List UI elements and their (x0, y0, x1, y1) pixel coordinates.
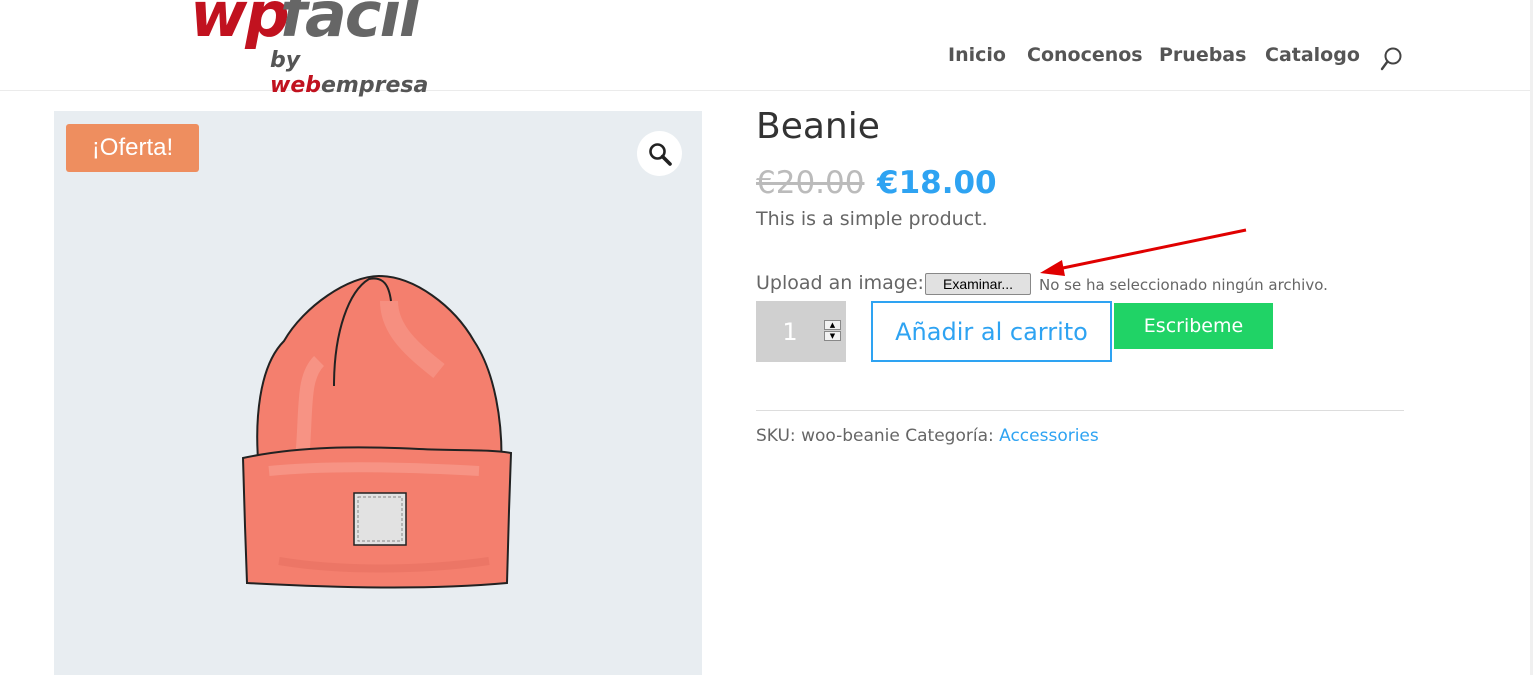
quantity-input[interactable]: 1 (756, 301, 824, 362)
logo-facil: fácil (280, 0, 420, 51)
short-description: This is a simple product. (756, 208, 988, 230)
nav-item-pruebas[interactable]: Pruebas (1159, 44, 1246, 66)
beanie-image[interactable] (239, 271, 519, 601)
sale-badge: ¡Oferta! (66, 124, 199, 172)
divider (756, 410, 1404, 411)
whatsapp-contact-button[interactable]: Escribeme (1114, 303, 1273, 349)
logo-subtitle: by webempresa (270, 48, 450, 98)
sku-value: woo-beanie (801, 426, 900, 446)
category-label: Categoría: (905, 426, 994, 446)
upload-label: Upload an image: (756, 272, 924, 294)
product-gallery: ¡Oferta! (54, 111, 702, 675)
annotation-arrow-icon (1040, 228, 1247, 276)
logo-empresa: empresa (321, 73, 429, 98)
regular-price: €20.00 (756, 165, 865, 201)
stepper-controls: ▲ ▼ (824, 320, 841, 342)
quantity-stepper[interactable]: 1 ▲ ▼ (756, 301, 846, 362)
logo-by: by (270, 48, 301, 73)
logo-wp: wp (190, 0, 290, 51)
site-header: wp fácil by webempresa Inicio Conocenos … (0, 0, 1533, 98)
search-icon[interactable] (1380, 46, 1404, 72)
logo-web: web (270, 73, 321, 98)
category-link[interactable]: Accessories (999, 426, 1099, 446)
nav-item-catalogo[interactable]: Catalogo (1265, 44, 1360, 66)
product-title: Beanie (756, 106, 880, 147)
file-browse-button[interactable]: Examinar... (925, 273, 1031, 295)
nav-item-inicio[interactable]: Inicio (948, 44, 1006, 66)
add-to-cart-button[interactable]: Añadir al carrito (871, 301, 1112, 362)
product-meta: SKU: woo-beanie Categoría: Accessories (756, 426, 1099, 446)
zoom-button[interactable] (637, 131, 682, 176)
magnifier-icon (648, 142, 672, 166)
sale-price: €18.00 (877, 165, 997, 201)
decrement-icon[interactable]: ▼ (824, 331, 841, 341)
site-logo[interactable]: wp fácil by webempresa (190, 0, 450, 98)
increment-icon[interactable]: ▲ (824, 320, 841, 330)
sku-label: SKU: (756, 426, 796, 446)
nav-item-conocenos[interactable]: Conocenos (1027, 44, 1143, 66)
